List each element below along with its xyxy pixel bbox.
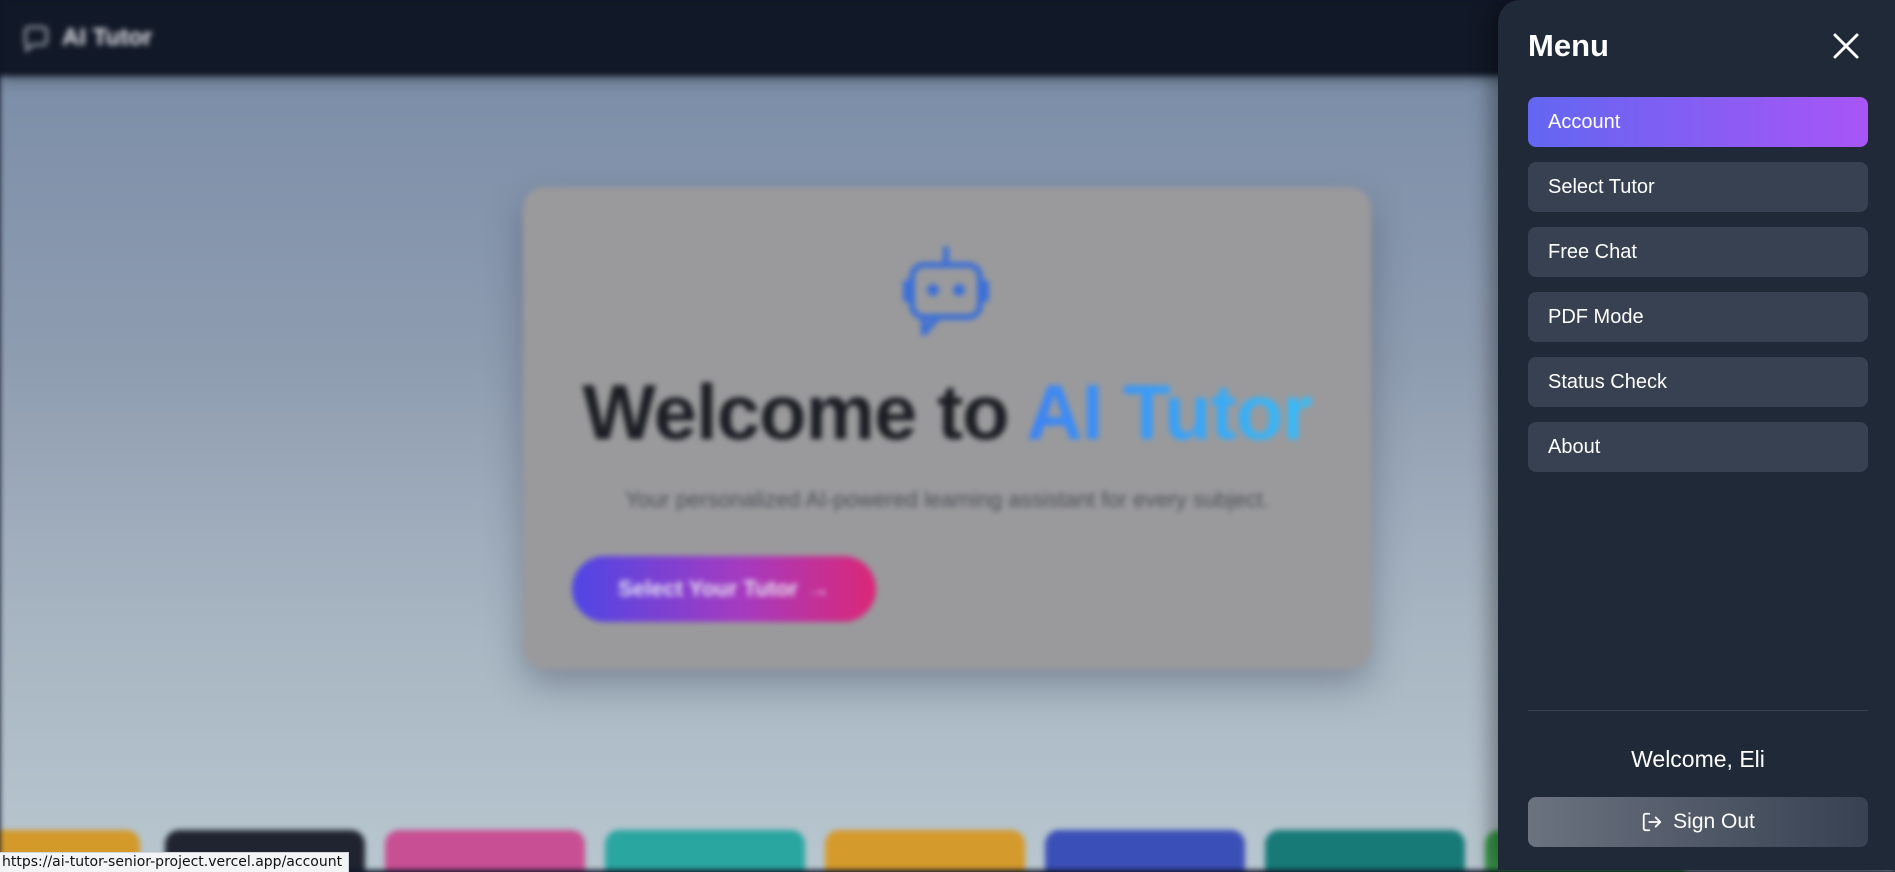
hero-card: Welcome to AI Tutor Your personalized AI… [523,187,1371,669]
select-your-tutor-button[interactable]: Select Your Tutor → [572,556,876,622]
menu-item-label: PDF Mode [1548,305,1644,328]
link-preview-status: https://ai-tutor-senior-project.vercel.a… [0,852,350,872]
side-menu: Menu Account Select Tutor Free Chat PDF … [1498,0,1895,870]
subject-tile[interactable] [825,830,1025,870]
subject-tile[interactable] [605,830,805,870]
cta-label: Select Your Tutor [618,576,798,601]
close-icon[interactable] [1831,31,1861,61]
sign-out-label: Sign Out [1673,810,1755,833]
menu-item-about[interactable]: About [1528,422,1868,472]
menu-item-label: Free Chat [1548,240,1637,263]
menu-divider [1528,710,1868,711]
menu-list: Account Select Tutor Free Chat PDF Mode … [1528,97,1868,487]
menu-item-label: About [1548,435,1601,458]
menu-item-label: Select Tutor [1548,175,1655,198]
hero-title-prefix: Welcome to [582,368,1027,456]
menu-item-select-tutor[interactable]: Select Tutor [1528,162,1868,212]
subject-tile[interactable] [1045,830,1245,870]
menu-item-label: Account [1548,110,1621,133]
hero-title: Welcome to AI Tutor [523,367,1371,458]
arrow-right-icon: → [807,576,830,601]
robot-icon [903,246,989,336]
subject-tile[interactable] [385,830,585,870]
hero-subtitle: Your personalized AI-powered learning as… [625,487,1269,512]
sign-out-button[interactable]: Sign Out [1528,797,1868,847]
hero-title-accent: AI Tutor [1026,368,1312,456]
menu-title: Menu [1528,28,1609,63]
menu-item-pdf-mode[interactable]: PDF Mode [1528,292,1868,342]
menu-item-label: Status Check [1548,370,1667,393]
subject-tile[interactable] [1265,830,1465,870]
menu-item-account[interactable]: Account [1528,97,1868,147]
brand-name[interactable]: AI Tutor [62,24,152,52]
chat-bubble-icon [24,26,48,53]
menu-item-status-check[interactable]: Status Check [1528,357,1868,407]
welcome-message: Welcome, Eli [1631,746,1765,772]
menu-item-free-chat[interactable]: Free Chat [1528,227,1868,277]
sign-out-icon [1642,812,1662,832]
